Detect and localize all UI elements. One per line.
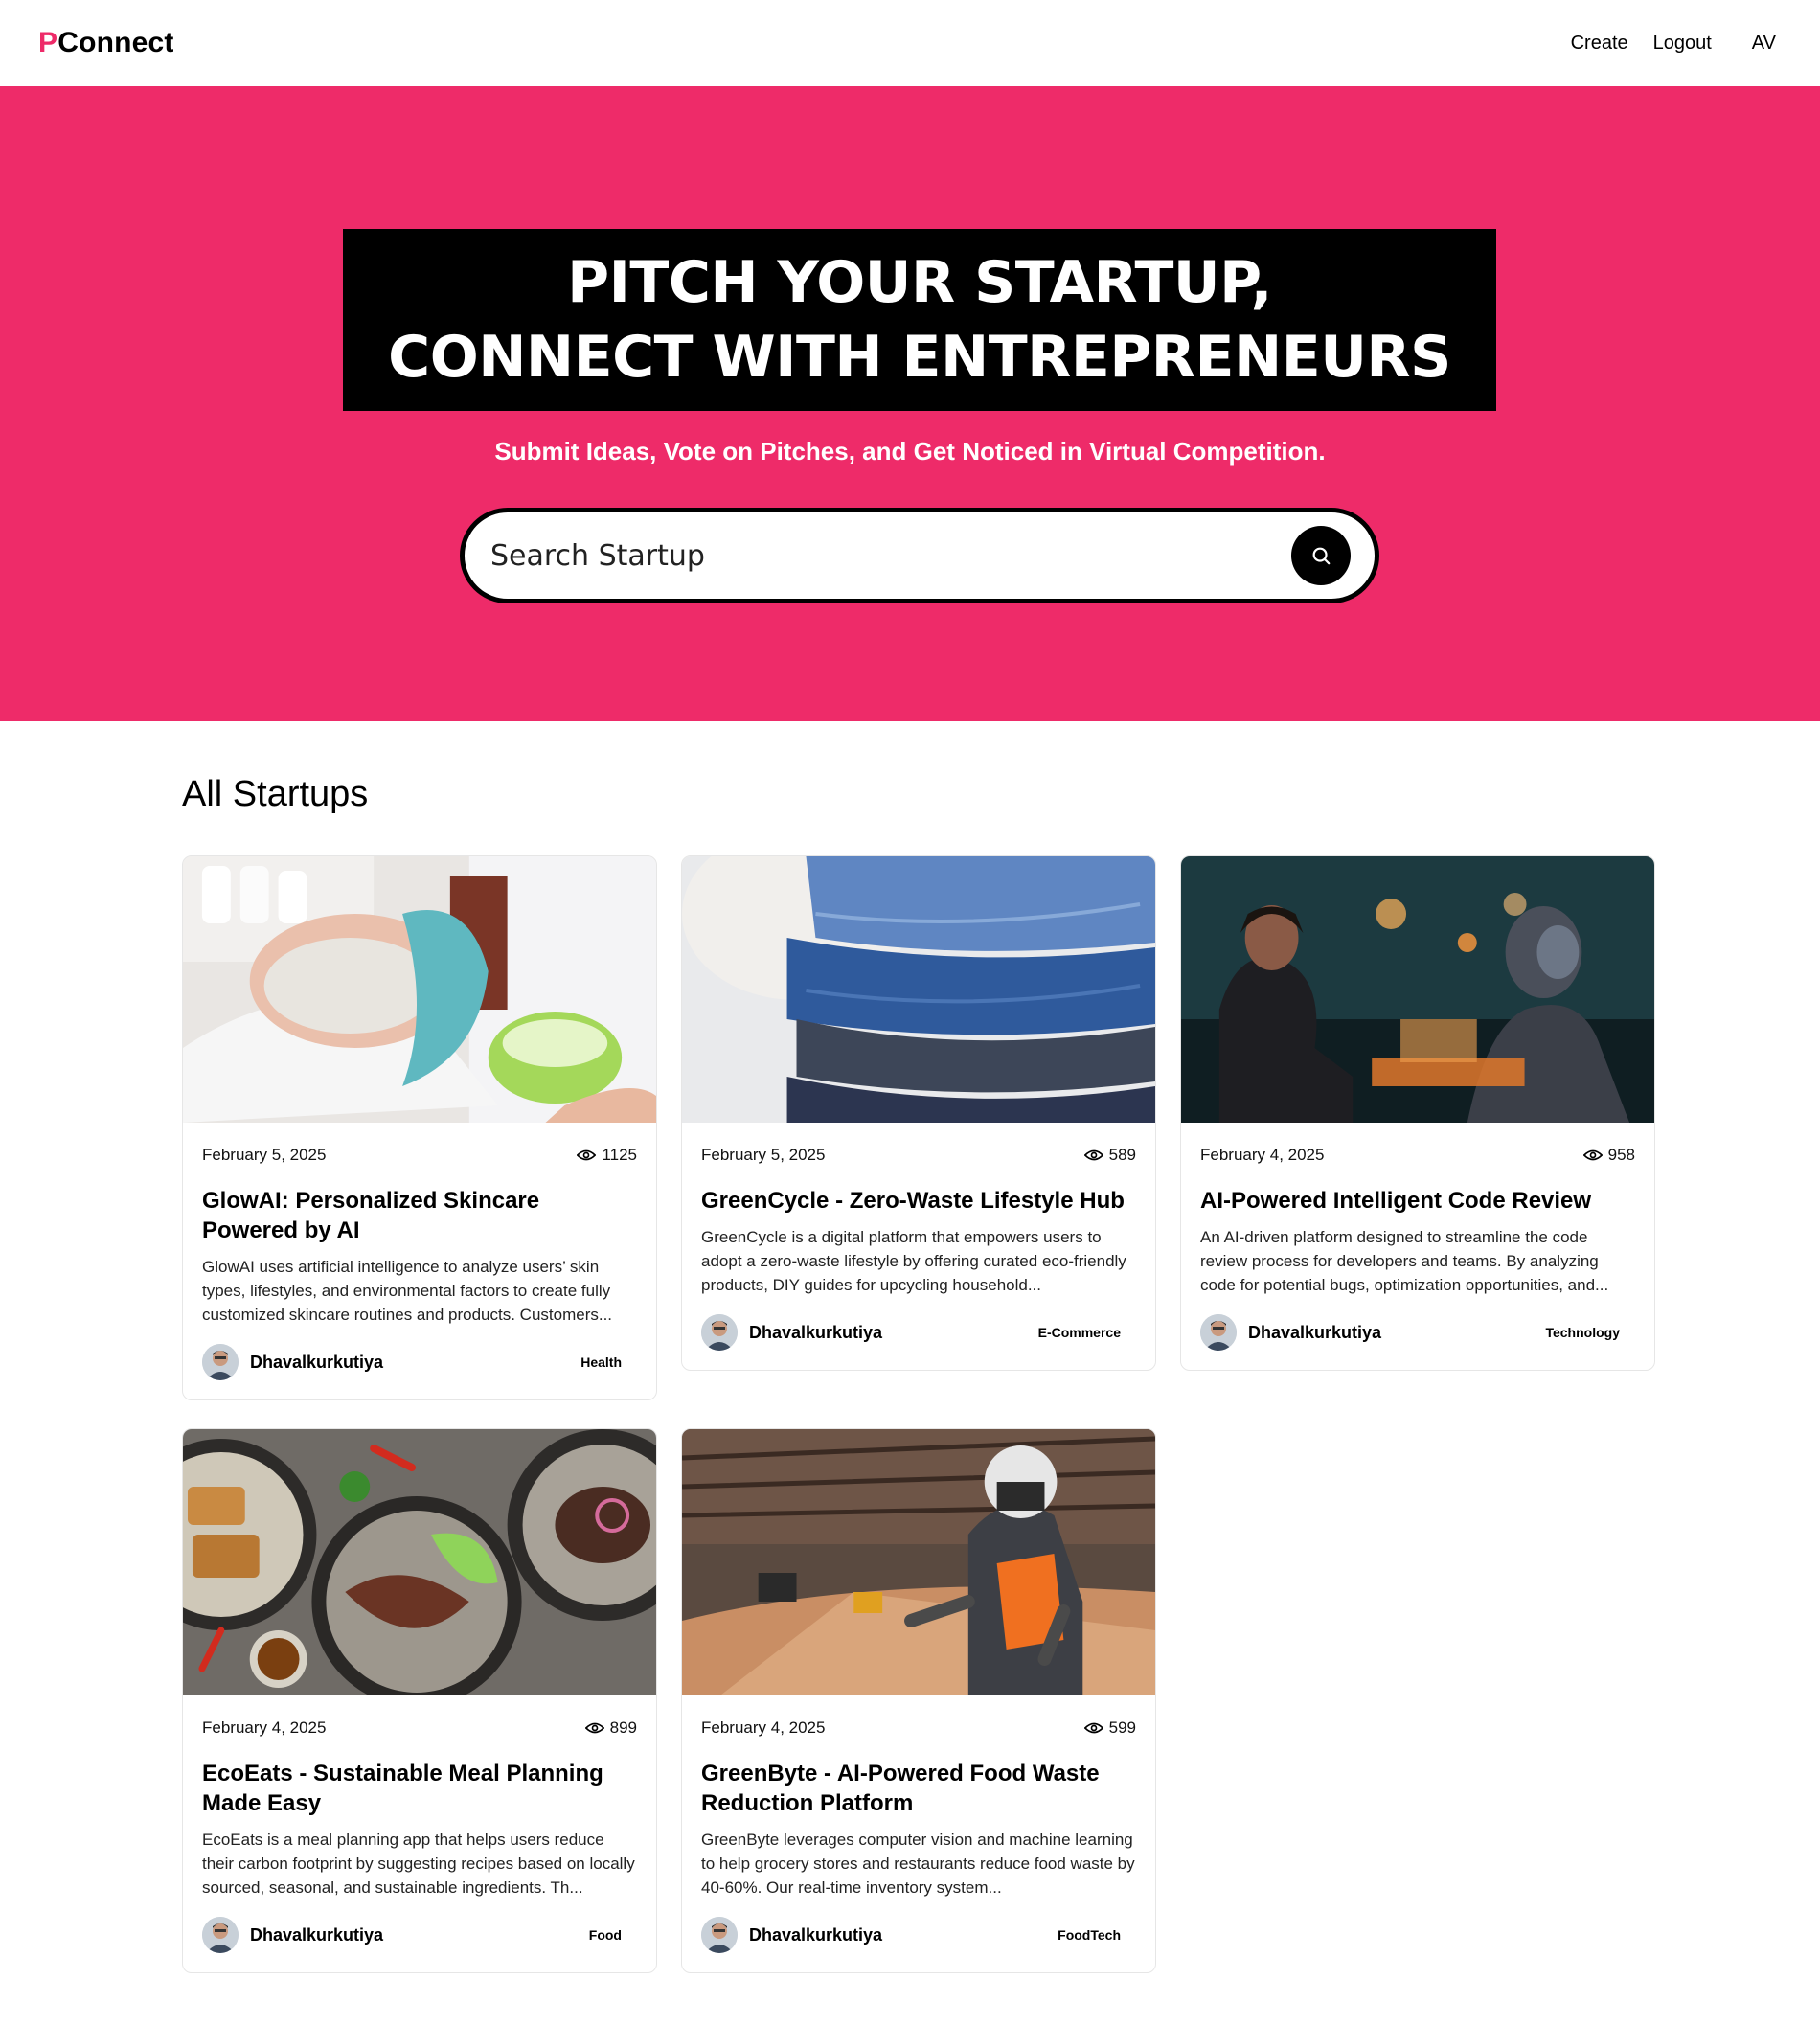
author-name: Dhavalkurkutiya [749, 1924, 883, 1945]
nav-links: Create Logout AV [1571, 33, 1776, 55]
card-author[interactable]: Dhavalkurkutiya [202, 1344, 383, 1380]
startup-card[interactable]: February 5, 2025 589 GreenCycle - Zero-W… [681, 855, 1156, 1371]
search-form [460, 508, 1379, 603]
card-date: February 4, 2025 [1200, 1146, 1325, 1164]
startup-card[interactable]: February 5, 2025 1125 GlowAI: Personaliz… [182, 855, 657, 1400]
food-plates-photo [183, 1429, 656, 1695]
hero-subtitle: Submit Ideas, Vote on Pitches, and Get N… [494, 437, 1326, 466]
logo[interactable]: PConnect [38, 27, 174, 59]
card-views: 599 [1083, 1718, 1136, 1738]
author-name: Dhavalkurkutiya [250, 1352, 384, 1372]
card-footer: Dhavalkurkutiya E-Commerce [701, 1314, 1136, 1351]
hero-title-box: PITCH YOUR STARTUP, CONNECT WITH ENTREPR… [343, 229, 1496, 411]
section-title: All Startups [182, 774, 369, 814]
card-views: 958 [1582, 1146, 1635, 1165]
card-description: EcoEats is a meal planning app that help… [202, 1831, 635, 1897]
author-avatar [202, 1344, 239, 1380]
user-avatar[interactable]: AV [1752, 33, 1776, 55]
author-name: Dhavalkurkutiya [1248, 1322, 1382, 1342]
author-name: Dhavalkurkutiya [749, 1322, 883, 1342]
card-date: February 4, 2025 [202, 1718, 327, 1737]
card-author[interactable]: Dhavalkurkutiya [1200, 1314, 1381, 1351]
card-meta: February 4, 2025 958 [1200, 1144, 1635, 1167]
search-input[interactable] [490, 538, 1291, 573]
card-body: February 4, 2025 899 EcoEats - Sustainab… [183, 1695, 656, 1972]
category-tag[interactable]: E-Commerce [1038, 1325, 1121, 1340]
card-footer: Dhavalkurkutiya Technology [1200, 1314, 1635, 1351]
card-title[interactable]: GreenCycle - Zero-Waste Lifestyle Hub [701, 1186, 1136, 1216]
view-count: 599 [1108, 1718, 1136, 1737]
card-title[interactable]: GlowAI: Personalized Skincare Powered by… [202, 1186, 637, 1245]
navbar: PConnect Create Logout AV [0, 0, 1820, 86]
eye-icon [1083, 1149, 1103, 1161]
worker-workshop-photo [682, 1429, 1155, 1695]
view-count: 589 [1108, 1146, 1136, 1164]
author-avatar [1200, 1314, 1237, 1351]
view-count: 899 [609, 1718, 637, 1737]
card-meta: February 4, 2025 899 [202, 1717, 637, 1740]
card-views: 1125 [577, 1146, 637, 1165]
card-body: February 4, 2025 958 AI-Powered Intellig… [1181, 1123, 1654, 1370]
startup-card[interactable]: February 4, 2025 958 AI-Powered Intellig… [1180, 855, 1655, 1371]
card-footer: Dhavalkurkutiya Food [202, 1917, 637, 1953]
logout-link[interactable]: Logout [1653, 33, 1712, 55]
search-button[interactable] [1291, 526, 1351, 585]
card-views: 899 [584, 1718, 637, 1738]
card-title[interactable]: AI-Powered Intelligent Code Review [1200, 1186, 1635, 1216]
author-avatar [202, 1917, 239, 1953]
category-tag[interactable]: FoodTech [1058, 1927, 1121, 1943]
card-body: February 4, 2025 599 GreenByte - AI-Powe… [682, 1695, 1155, 1972]
logo-text: Connect [57, 27, 174, 58]
search-icon [1312, 547, 1331, 565]
card-footer: Dhavalkurkutiya FoodTech [701, 1917, 1136, 1953]
card-meta: February 4, 2025 599 [701, 1717, 1136, 1740]
create-link[interactable]: Create [1571, 33, 1628, 55]
card-meta: February 5, 2025 589 [701, 1144, 1136, 1167]
logo-accent: P [38, 27, 58, 58]
author-avatar [701, 1314, 738, 1351]
view-count: 958 [1607, 1146, 1635, 1164]
hero-title-line-1: PITCH YOUR STARTUP, [567, 249, 1272, 316]
denim-stack-photo [682, 856, 1155, 1123]
category-tag[interactable]: Technology [1545, 1325, 1620, 1340]
card-author[interactable]: Dhavalkurkutiya [701, 1917, 882, 1953]
card-footer: Dhavalkurkutiya Health [202, 1344, 637, 1380]
card-description: GreenByte leverages computer vision and … [701, 1831, 1135, 1897]
startup-card[interactable]: February 4, 2025 899 EcoEats - Sustainab… [182, 1428, 657, 1973]
category-tag[interactable]: Food [589, 1927, 622, 1943]
card-date: February 5, 2025 [202, 1146, 327, 1164]
category-tag[interactable]: Health [580, 1354, 622, 1370]
hero-section: PITCH YOUR STARTUP, CONNECT WITH ENTREPR… [0, 86, 1820, 721]
hero-title-line-2: CONNECT WITH ENTREPRENEURS [388, 324, 1451, 391]
eye-icon [1083, 1722, 1103, 1734]
card-title[interactable]: EcoEats - Sustainable Meal Planning Made… [202, 1759, 637, 1818]
card-description: An AI-driven platform designed to stream… [1200, 1228, 1609, 1294]
card-date: February 4, 2025 [701, 1718, 826, 1737]
card-body: February 5, 2025 1125 GlowAI: Personaliz… [183, 1123, 656, 1399]
card-meta: February 5, 2025 1125 [202, 1144, 637, 1167]
card-author[interactable]: Dhavalkurkutiya [202, 1917, 383, 1953]
startup-card[interactable]: February 4, 2025 599 GreenByte - AI-Powe… [681, 1428, 1156, 1973]
eye-icon [584, 1722, 604, 1734]
ai-robot-photo [1181, 856, 1654, 1123]
eye-icon [1582, 1149, 1603, 1161]
skincare-photo [183, 856, 656, 1123]
card-author[interactable]: Dhavalkurkutiya [701, 1314, 882, 1351]
card-title[interactable]: GreenByte - AI-Powered Food Waste Reduct… [701, 1759, 1136, 1818]
card-description: GreenCycle is a digital platform that em… [701, 1228, 1126, 1294]
author-name: Dhavalkurkutiya [250, 1924, 384, 1945]
card-description: GlowAI uses artificial intelligence to a… [202, 1258, 613, 1324]
eye-icon [577, 1149, 597, 1161]
card-body: February 5, 2025 589 GreenCycle - Zero-W… [682, 1123, 1155, 1370]
author-avatar [701, 1917, 738, 1953]
card-views: 589 [1083, 1146, 1136, 1165]
view-count: 1125 [602, 1146, 637, 1164]
card-date: February 5, 2025 [701, 1146, 826, 1164]
